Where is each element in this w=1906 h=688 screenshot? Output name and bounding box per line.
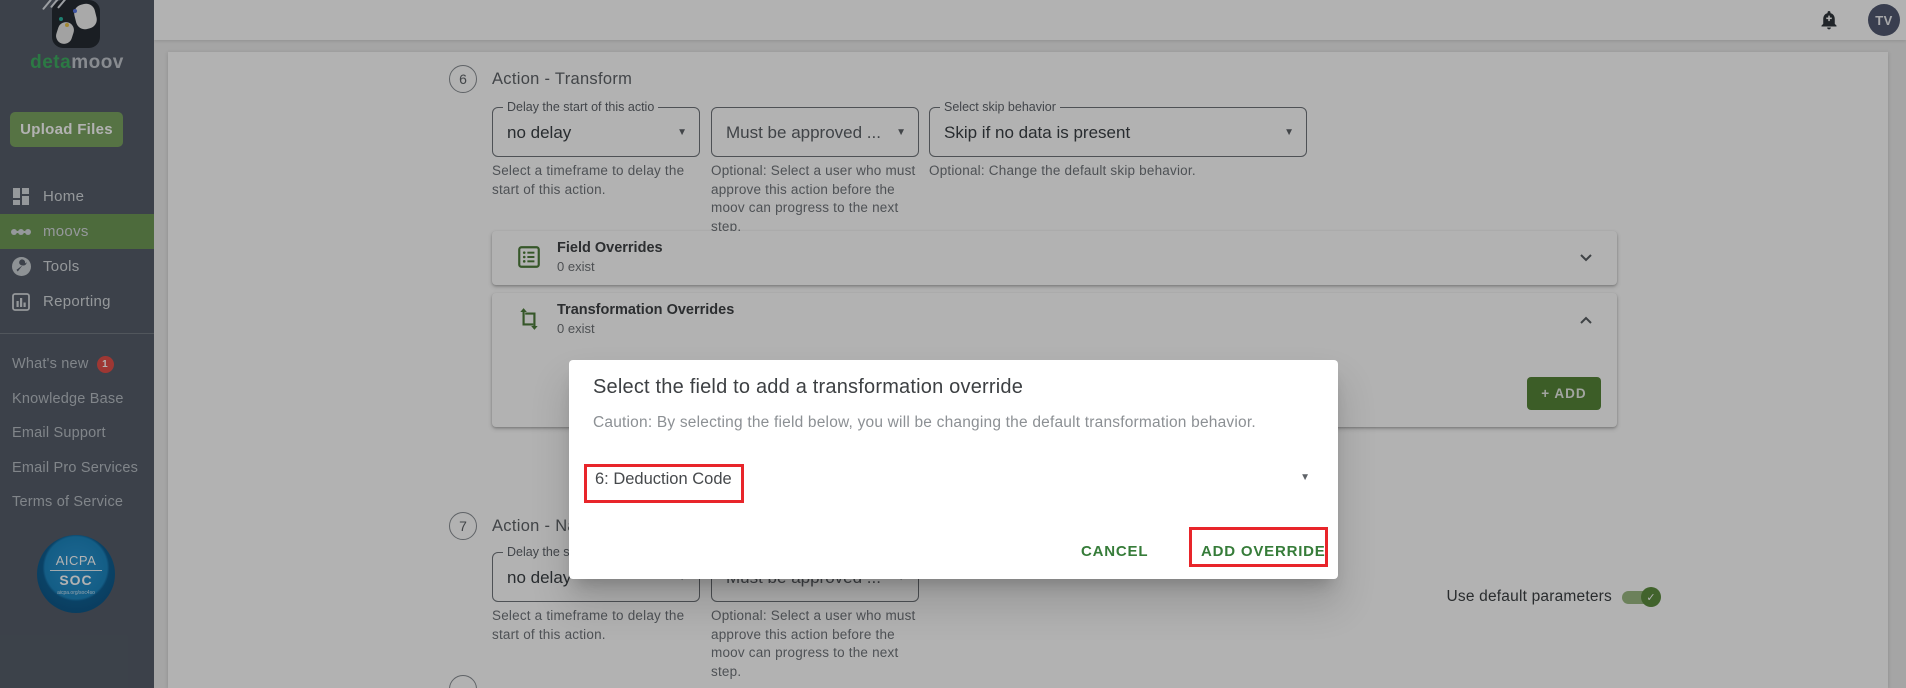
chevron-down-icon: ▼	[1300, 472, 1310, 483]
modal-backdrop[interactable]	[0, 0, 1906, 688]
app-root: detamoov Upload Files Home moovs Tools R…	[0, 0, 1906, 688]
dialog-caution-text: Caution: By selecting the field below, y…	[593, 414, 1256, 431]
annotation-box-field-select	[584, 464, 744, 503]
cancel-button[interactable]: CANCEL	[1081, 540, 1148, 562]
annotation-box-add-override	[1189, 527, 1328, 567]
dialog-title: Select the field to add a transformation…	[593, 376, 1024, 398]
